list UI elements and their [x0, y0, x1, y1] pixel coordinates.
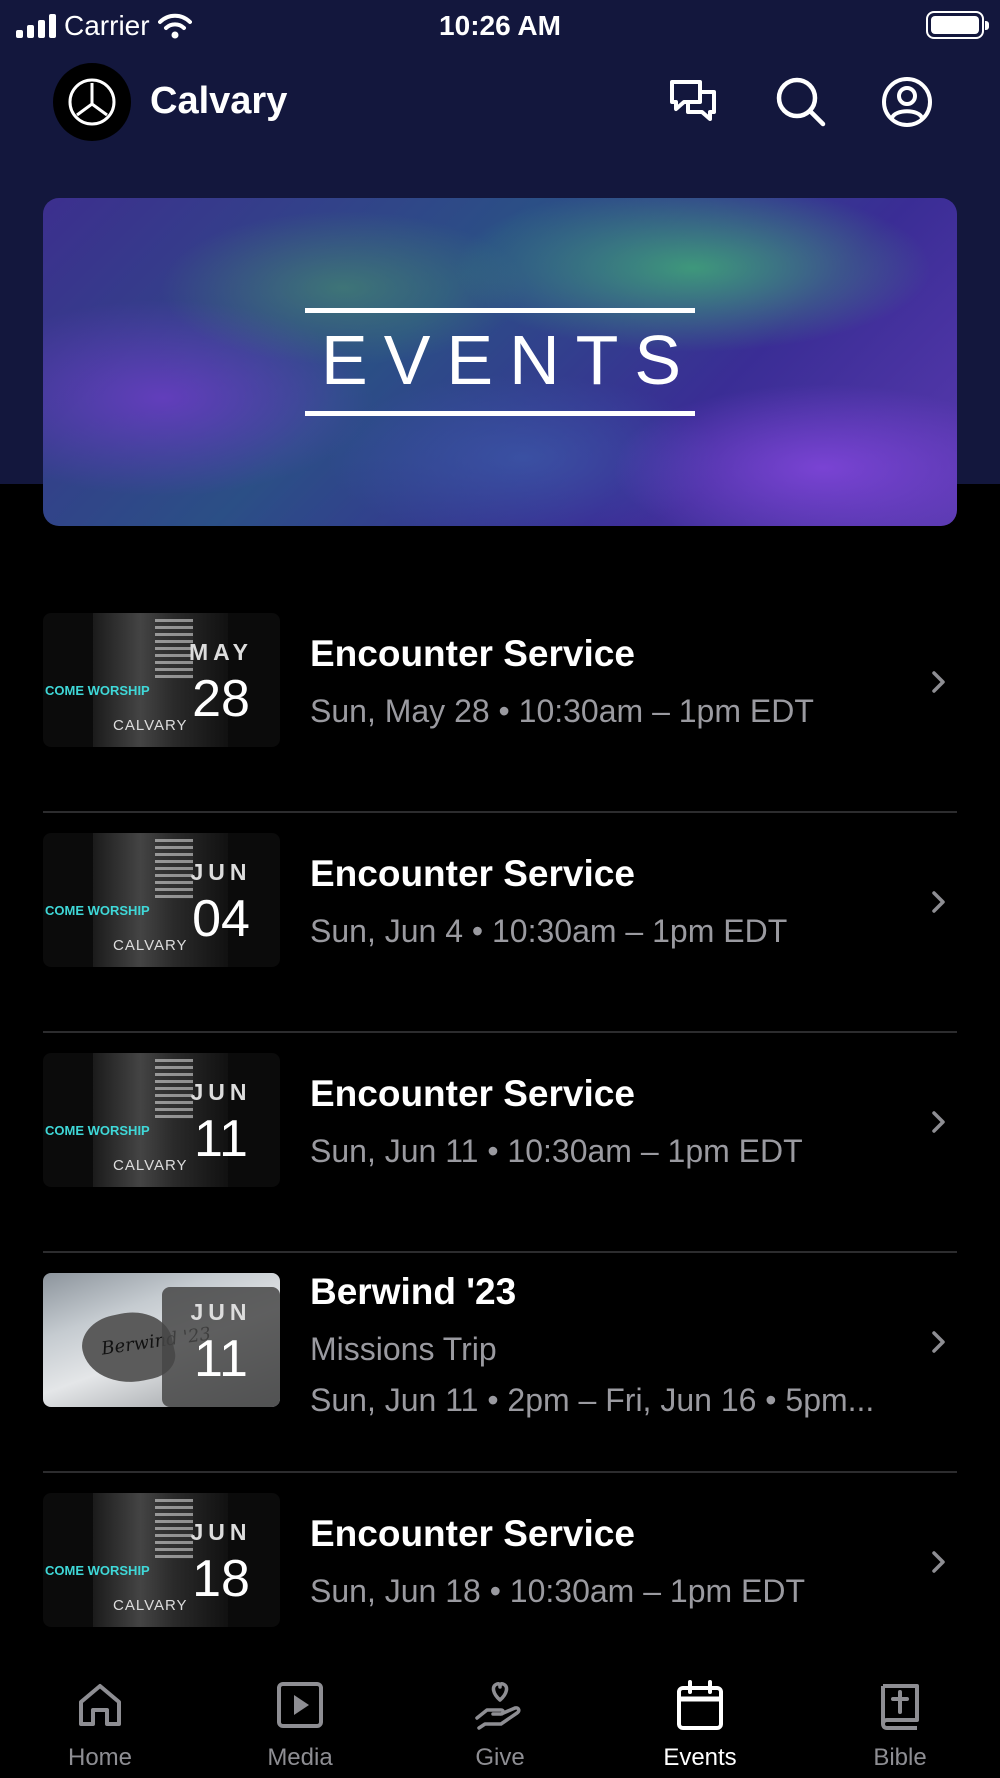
profile-icon[interactable] — [881, 76, 933, 128]
date-badge: JUN 11 — [162, 1053, 280, 1187]
event-row[interactable]: Berwind '23 JUN 11 Berwind '23 Missions … — [43, 1253, 957, 1473]
chevron-right-icon — [932, 1551, 945, 1573]
battery-icon — [926, 11, 989, 39]
event-month: JUN — [190, 859, 252, 885]
tab-label: Home — [67, 1744, 133, 1771]
event-thumbnail: COME WORSHIP CALVARY JUN 04 — [43, 833, 280, 967]
event-month: JUN — [190, 1519, 252, 1545]
event-thumbnail: Berwind '23 JUN 11 — [43, 1273, 280, 1407]
date-badge: JUN 18 — [162, 1493, 280, 1627]
event-datetime: Sun, Jun 11 • 2pm – Fri, Jun 16 • 5pm... — [310, 1382, 875, 1418]
event-day: 28 — [192, 670, 250, 728]
chevron-right-icon — [932, 1331, 945, 1353]
date-badge: MAY 28 — [162, 613, 280, 747]
brand-title: Calvary — [150, 80, 288, 122]
event-title: Encounter Service — [310, 633, 635, 674]
tab-label: Events — [663, 1744, 737, 1771]
event-month: JUN — [190, 1079, 252, 1105]
chat-icon[interactable] — [668, 76, 720, 128]
calvary-logo-icon[interactable] — [53, 63, 131, 141]
banner-title: EVENTS — [321, 321, 698, 399]
event-day: 18 — [192, 1550, 250, 1608]
event-subtitle: Missions Trip — [310, 1331, 497, 1367]
event-row[interactable]: COME WORSHIP CALVARY JUN 04 Encounter Ser… — [43, 813, 957, 1033]
event-thumbnail: COME WORSHIP CALVARY MAY 28 — [43, 613, 280, 747]
status-bar: Carrier 10:26 AM — [0, 0, 1000, 50]
event-datetime: Sun, Jun 11 • 10:30am – 1pm EDT — [310, 1133, 803, 1169]
chevron-right-icon — [932, 671, 945, 693]
banner-rule-bottom — [305, 411, 695, 416]
tab-label: Media — [267, 1744, 333, 1771]
event-title: Encounter Service — [310, 853, 635, 894]
tab-events[interactable]: Events — [600, 1650, 800, 1778]
app-header: Calvary — [0, 60, 1000, 144]
calendar-icon — [677, 1680, 723, 1730]
search-icon[interactable] — [775, 76, 827, 128]
event-day: 11 — [194, 1330, 248, 1388]
banner-rule-top — [305, 308, 695, 313]
give-icon — [475, 1682, 521, 1730]
event-datetime: Sun, Jun 18 • 10:30am – 1pm EDT — [310, 1573, 806, 1609]
event-datetime: Sun, May 28 • 10:30am – 1pm EDT — [310, 693, 814, 729]
event-day: 04 — [192, 890, 250, 948]
media-icon — [277, 1682, 323, 1728]
tab-label: Give — [475, 1744, 525, 1771]
bible-icon — [881, 1684, 919, 1730]
status-time: 10:26 AM — [439, 10, 561, 41]
date-badge: JUN 04 — [162, 833, 280, 967]
chevron-right-icon — [932, 891, 945, 913]
event-title: Berwind '23 — [310, 1271, 517, 1312]
event-list: COME WORSHIP CALVARY MAY 28 Encounter Ser… — [43, 593, 957, 1693]
event-datetime: Sun, Jun 4 • 10:30am – 1pm EDT — [310, 913, 788, 949]
event-month: JUN — [190, 1299, 252, 1325]
event-month: MAY — [189, 639, 253, 665]
events-banner: EVENTS — [43, 198, 957, 526]
tab-media[interactable]: Media — [200, 1650, 400, 1778]
event-title: Encounter Service — [310, 1073, 635, 1114]
tab-label: Bible — [873, 1744, 927, 1771]
event-title: Encounter Service — [310, 1513, 635, 1554]
home-icon — [79, 1684, 121, 1726]
event-day: 11 — [194, 1110, 248, 1168]
date-badge: JUN 11 — [162, 1287, 280, 1407]
event-row[interactable]: COME WORSHIP CALVARY MAY 28 Encounter Ser… — [43, 593, 957, 813]
tab-home[interactable]: Home — [0, 1650, 200, 1778]
event-thumbnail: COME WORSHIP CALVARY JUN 11 — [43, 1053, 280, 1187]
event-thumbnail: COME WORSHIP CALVARY JUN 18 — [43, 1493, 280, 1627]
event-row[interactable]: COME WORSHIP CALVARY JUN 11 Encounter Ser… — [43, 1033, 957, 1253]
tab-give[interactable]: Give — [400, 1650, 600, 1778]
tab-bar: Home Media Give Events Bible — [0, 1650, 1000, 1778]
chevron-right-icon — [932, 1111, 945, 1133]
tab-bible[interactable]: Bible — [800, 1650, 1000, 1778]
